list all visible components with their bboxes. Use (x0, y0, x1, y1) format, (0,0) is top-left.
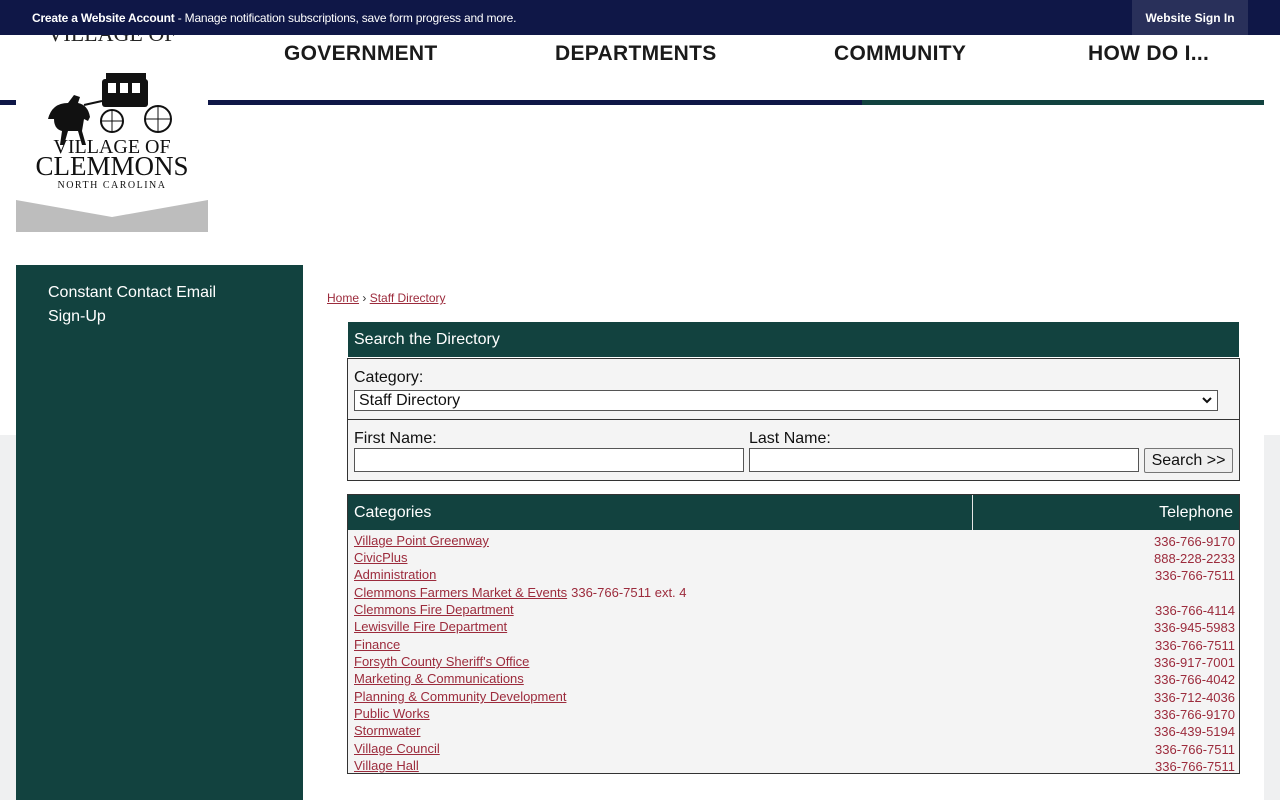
category-link[interactable]: Village Council (354, 741, 440, 756)
main-content: Home › Staff Directory Search the Direct… (303, 265, 1264, 800)
first-name-input[interactable] (354, 448, 744, 472)
breadcrumb-separator: › (362, 291, 367, 305)
category-select[interactable]: Staff Directory (354, 390, 1218, 411)
category-telephone: 336-766-7511 (1155, 742, 1235, 757)
table-row: Clemmons Fire Department 336-766-4114 (354, 602, 1235, 619)
account-message: Create a Website Account - Manage notifi… (32, 11, 516, 25)
website-sign-in-button[interactable]: Website Sign In (1132, 0, 1248, 35)
category-telephone: 336-945-5983 (1154, 620, 1235, 635)
table-row: Village Council 336-766-7511 (354, 741, 1235, 758)
category-link[interactable]: Marketing & Communications (354, 671, 524, 686)
table-row: Forsyth County Sheriff's Office 336-917-7… (354, 654, 1235, 671)
category-link[interactable]: Finance (354, 637, 400, 652)
table-row: Finance 336-766-7511 (354, 637, 1235, 654)
table-row: Village Hall 336-766-7511 (354, 758, 1235, 775)
search-form-divider (348, 419, 1239, 420)
nav-government[interactable]: GOVERNMENT (284, 42, 438, 66)
category-link[interactable]: Clemmons Fire Department (354, 602, 514, 617)
create-account-link[interactable]: Create a Website Account (32, 11, 175, 25)
last-name-input[interactable] (749, 448, 1139, 472)
village-logo[interactable]: VILLAGE OF VILLAGE OF CLEMMONS NORTH CAR… (16, 35, 208, 232)
category-link[interactable]: Village Point Greenway (354, 533, 489, 548)
sidebar: Constant Contact Email Sign-Up (16, 265, 303, 800)
table-row: CivicPlus 888-228-2233 (354, 550, 1235, 567)
breadcrumb: Home › Staff Directory (327, 291, 446, 305)
category-telephone: 336-766-4042 (1154, 672, 1235, 687)
category-link[interactable]: Planning & Community Development (354, 689, 566, 704)
table-row: Village Point Greenway 336-766-9170 (354, 533, 1235, 550)
nav-departments[interactable]: DEPARTMENTS (555, 42, 717, 66)
category-telephone: 336-917-7001 (1154, 655, 1235, 670)
categories-column-header: Categories (354, 504, 432, 521)
header-column-separator (972, 495, 973, 530)
stagecoach-logo-icon: VILLAGE OF VILLAGE OF CLEMMONS NORTH CAR… (16, 35, 208, 232)
category-telephone: 336-766-7511 (1155, 759, 1235, 774)
category-telephone: 336-766-4114 (1155, 603, 1235, 618)
category-link[interactable]: Village Hall (354, 758, 419, 773)
category-telephone: 336-766-7511 (1155, 638, 1235, 653)
last-name-label: Last Name: (749, 430, 831, 447)
table-row: Lewisville Fire Department 336-945-5983 (354, 619, 1235, 636)
breadcrumb-home-link[interactable]: Home (327, 291, 359, 305)
category-link[interactable]: Forsyth County Sheriff's Office (354, 654, 529, 669)
categories-table: Categories Telephone Village Point Green… (347, 494, 1240, 774)
table-row: Clemmons Farmers Market & Events 336-766-… (354, 585, 1235, 602)
table-row: Administration 336-766-7511 (354, 567, 1235, 584)
account-message-text: - Manage notification subscriptions, sav… (174, 11, 517, 25)
notification-bar: Create a Website Account - Manage notifi… (0, 0, 1280, 35)
nav-how-do-i[interactable]: HOW DO I... (1088, 42, 1209, 66)
logo-text-north-carolina: NORTH CAROLINA (57, 180, 166, 191)
constant-contact-signup-link[interactable]: Constant Contact Email Sign-Up (48, 281, 248, 329)
category-telephone: 336-766-9170 (1154, 534, 1235, 549)
search-directory-title: Search the Directory (348, 322, 1239, 357)
category-telephone: 888-228-2233 (1154, 551, 1235, 566)
breadcrumb-staff-directory-link[interactable]: Staff Directory (370, 291, 446, 305)
chevron-down-icon (1202, 397, 1212, 404)
category-telephone: 336-766-7511 ext. 4 (571, 585, 687, 600)
table-row: Planning & Community Development 336-712-… (354, 689, 1235, 706)
search-form: Category: Staff Directory First Name: La… (347, 358, 1240, 481)
logo-text-clemmons: CLEMMONS (35, 151, 188, 181)
category-inline-cell: Clemmons Farmers Market & Events 336-766-… (354, 585, 687, 600)
table-row: Stormwater 336-439-5194 (354, 723, 1235, 740)
table-row: Public Works 336-766-9170 (354, 706, 1235, 723)
categories-table-header: Categories Telephone (348, 495, 1239, 530)
category-telephone: 336-766-9170 (1154, 707, 1235, 722)
category-link[interactable]: Administration (354, 567, 436, 582)
nav-community[interactable]: COMMUNITY (834, 42, 966, 66)
category-link[interactable]: Public Works (354, 706, 430, 721)
category-link[interactable]: Clemmons Farmers Market & Events (354, 585, 567, 600)
logo-top-text: VILLAGE OF (48, 35, 177, 46)
category-select-value: Staff Directory (359, 392, 461, 409)
category-telephone: 336-766-7511 (1155, 568, 1235, 583)
telephone-column-header: Telephone (1159, 504, 1233, 521)
category-link[interactable]: CivicPlus (354, 550, 407, 565)
table-row: Marketing & Communications 336-766-4042 (354, 671, 1235, 688)
category-telephone: 336-712-4036 (1154, 690, 1235, 705)
category-telephone: 336-439-5194 (1154, 724, 1235, 739)
category-link[interactable]: Stormwater (354, 723, 420, 738)
first-name-label: First Name: (354, 430, 437, 447)
category-link[interactable]: Lewisville Fire Department (354, 619, 507, 634)
search-button[interactable]: Search >> (1144, 448, 1233, 473)
header-divider-teal (862, 100, 1264, 105)
category-label: Category: (354, 369, 424, 386)
